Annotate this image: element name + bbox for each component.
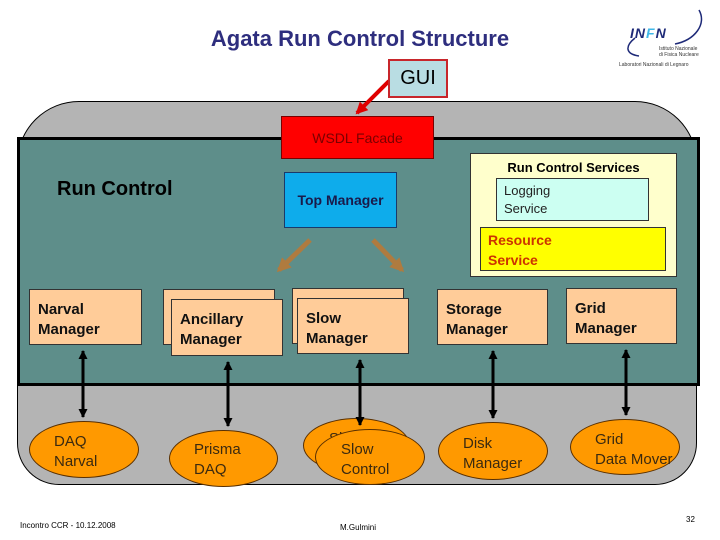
top-manager-label: Top Manager <box>297 192 384 208</box>
ancillary-manager-box[interactable]: Ancillary Manager <box>171 299 283 356</box>
manager-line2: Manager <box>575 320 637 337</box>
footer-event: Incontro CCR - 10.12.2008 <box>20 521 116 530</box>
logo-line2: di Fisica Nucleare <box>659 52 699 58</box>
footer-author: M.Gulmini <box>340 523 377 532</box>
run-control-services-box[interactable]: Run Control Services Logging Service Res… <box>470 153 677 277</box>
manager-line1: Grid <box>575 300 606 317</box>
grid-data-mover-node[interactable]: Grid Data Mover <box>570 419 680 475</box>
logging-line1: Logging <box>504 183 551 198</box>
manager-line2: Manager <box>306 330 368 347</box>
narval-manager-box[interactable]: Narval Manager <box>29 289 142 345</box>
infn-logo: INFN Istituto Nazionale di Fisica Nuclea… <box>619 9 703 68</box>
storage-manager-box[interactable]: Storage Manager <box>437 289 548 345</box>
component-line2: Data Mover <box>595 451 673 468</box>
component-line2: Narval <box>54 453 98 470</box>
disk-manager-node[interactable]: Disk Manager <box>438 422 548 480</box>
logo-line3: Laboratori Nazionali di Legnaro <box>619 62 689 68</box>
wsdl-facade-label: WSDL Facade <box>312 129 403 146</box>
logo-name: INFN <box>630 25 667 41</box>
manager-line2: Manager <box>38 321 100 338</box>
top-manager-box[interactable]: Top Manager <box>284 172 397 228</box>
slide-title: Agata Run Control Structure <box>210 26 510 51</box>
slow-manager-box[interactable]: Slow Manager <box>297 298 409 354</box>
wsdl-facade-box[interactable]: WSDL Facade <box>281 116 434 159</box>
logging-line2: Service <box>504 201 548 216</box>
component-line1: Slow <box>341 441 374 458</box>
manager-line1: Ancillary <box>180 311 244 328</box>
component-line1: Prisma <box>194 441 241 458</box>
gui-label: GUI <box>400 67 436 89</box>
resource-line1: Resource <box>488 232 552 248</box>
component-line1: Disk <box>463 435 493 452</box>
slide: Agata Run Control Structure INFN Istitut… <box>0 0 720 540</box>
manager-line2: Manager <box>446 321 508 338</box>
component-line2: Manager <box>463 455 523 472</box>
gui-box[interactable]: GUI <box>388 59 448 98</box>
resource-line2: Service <box>488 252 538 268</box>
run-control-label: Run Control <box>57 178 173 200</box>
grid-manager-box[interactable]: Grid Manager <box>566 288 677 344</box>
component-line2: Control <box>341 461 390 478</box>
prisma-daq-node[interactable]: Prisma DAQ <box>169 430 278 487</box>
component-line1: Grid <box>595 431 624 448</box>
daq-narval-node[interactable]: DAQ Narval <box>29 421 139 478</box>
manager-line1: Narval <box>38 301 84 318</box>
manager-line2: Manager <box>180 331 242 348</box>
slow-control-node[interactable]: Slow Control <box>315 429 425 485</box>
resource-service-box[interactable]: Resource Service <box>480 227 666 271</box>
component-line1: DAQ <box>54 433 87 450</box>
manager-line1: Storage <box>446 301 502 318</box>
manager-line1: Slow <box>306 310 342 327</box>
services-title: Run Control Services <box>507 160 640 175</box>
logging-service-box[interactable]: Logging Service <box>496 178 649 221</box>
component-line2: DAQ <box>194 461 227 478</box>
page-number: 32 <box>686 515 695 524</box>
